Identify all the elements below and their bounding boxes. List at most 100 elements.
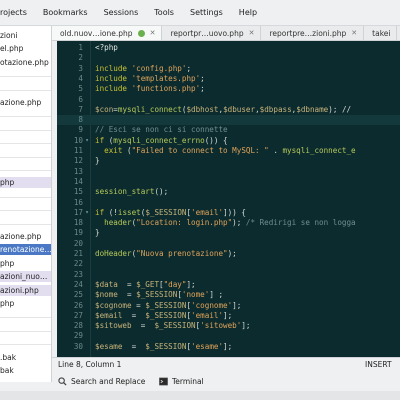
document-tab[interactable]: reportpr…uovo.php ✕ — [162, 26, 262, 40]
code-token: $_SESSION — [136, 290, 178, 300]
code-token: ; — [186, 63, 192, 73]
code-line[interactable]: 9 // Esci se non ci si connette — [57, 125, 400, 135]
code-token: ; — [200, 73, 205, 83]
document-tab[interactable]: takei — [364, 26, 398, 40]
code-token: include — [95, 84, 132, 94]
code-token: (! — [108, 207, 118, 217]
code-text: } — [95, 228, 100, 238]
file-list-item[interactable]: zioni — [0, 30, 51, 41]
code-token: $dbname — [296, 104, 329, 114]
code-line[interactable]: 10 ▾ if (mysqli_connect_errno()) { — [57, 136, 400, 146]
code-line[interactable]: 19} — [57, 228, 400, 238]
menu-item[interactable]: Bookmarks — [35, 8, 96, 17]
document-tab[interactable]: reportpre…zioni.php ✕ — [261, 26, 365, 40]
code-token: $nome — [95, 290, 118, 300]
code-token: 'templates.php' — [131, 73, 201, 83]
code-line[interactable]: 18 header("Location: login.php"); /* Red… — [57, 218, 400, 228]
fold-toggle-icon[interactable]: ▾ — [84, 136, 90, 146]
line-number: 15 — [73, 187, 83, 197]
close-tab-icon[interactable]: ✕ — [150, 29, 156, 37]
code-line[interactable]: 27 $email = $_SESSION['email']; — [57, 311, 400, 321]
code-text: include 'templates.php'; — [95, 74, 205, 84]
code-token: ]; — [223, 310, 233, 320]
terminal-button[interactable]: Terminal — [159, 375, 204, 387]
file-list-item[interactable]: azioni_nuo… — [0, 271, 51, 283]
code-line[interactable]: 25 $nome = $_SESSION['nome'] ; — [57, 290, 400, 300]
menu-item[interactable]: Settings — [182, 8, 231, 17]
code-token: $_SESSION — [145, 341, 187, 351]
code-line[interactable]: 15 session_start(); — [57, 187, 400, 197]
code-line[interactable]: 17 ▾ if (!isset($_SESSION['email'])) { — [57, 208, 400, 218]
code-line[interactable]: 26 $cognome = $_SESSION['cognome']; — [57, 301, 400, 311]
code-token: ); // — [328, 104, 352, 114]
file-list-item[interactable]: bak — [0, 365, 51, 376]
status-bar: Line 8, Column 1 INSERT — [52, 357, 400, 371]
code-token: $_SESSION — [145, 310, 187, 320]
code-line[interactable]: 16 — [57, 198, 400, 208]
code-line[interactable]: 29 — [57, 331, 400, 341]
close-tab-icon[interactable]: ✕ — [351, 29, 357, 37]
code-text: $cognome = $_SESSION['cognome']; — [95, 301, 241, 311]
code-token: "Nuova prenotazione" — [136, 249, 228, 258]
code-token: ); — [232, 218, 246, 228]
code-line[interactable]: 14 — [57, 177, 400, 187]
code-line[interactable]: 30 $esame = $_SESSION['esame']; — [57, 342, 400, 352]
code-token: "Location: login.php" — [136, 218, 233, 228]
code-line[interactable]: 7 $con=mysqli_connect($dbhost,$dbuser,$db… — [57, 105, 400, 115]
file-list-item[interactable]: azioni.php — [0, 284, 51, 296]
close-tab-icon[interactable]: ✕ — [249, 29, 255, 37]
file-list-separator — [0, 317, 51, 319]
code-line[interactable]: 28 $sitoweb = $_SESSION['sitoweb']; — [57, 321, 400, 331]
code-line[interactable]: 20 — [57, 239, 400, 249]
code-token: ]; — [186, 279, 196, 289]
file-list-item[interactable]: php — [0, 298, 51, 309]
code-token: 'email' — [191, 207, 224, 217]
cursor-position: Line 8, Column 1 — [58, 360, 122, 369]
code-line[interactable]: 8 — [57, 115, 400, 126]
code-editor[interactable]: 1 <?php 2 3 include 'config.php'; 4 include 't… — [57, 41, 400, 357]
file-list-item[interactable]: php — [0, 258, 51, 269]
menu-item[interactable]: Sessions — [96, 8, 147, 17]
file-list-separator — [0, 156, 51, 158]
document-tab[interactable]: old.nuov…ione.php ✕ — [52, 26, 163, 40]
file-list-item[interactable]: azione.php — [0, 97, 51, 108]
code-line[interactable]: 4 include 'templates.php'; — [57, 74, 400, 84]
code-line[interactable]: 24 $data = $_GET["day"]; — [57, 280, 400, 290]
search-and-replace-button[interactable]: Search and Replace — [58, 375, 145, 387]
code-line[interactable]: 2 — [57, 53, 400, 63]
code-line[interactable]: 11 exit ("Failed to connect to MySQL: " … — [57, 146, 400, 156]
code-token: session_start — [95, 187, 155, 197]
menu-item[interactable]: Tools — [146, 8, 182, 17]
menu-item[interactable]: Help — [231, 8, 265, 17]
code-line[interactable]: 5 include 'functions.php'; — [57, 84, 400, 94]
code-line[interactable]: 3 include 'config.php'; — [57, 64, 400, 74]
search-and-replace-label: Search and Replace — [71, 376, 146, 386]
fold-toggle-icon[interactable]: ▾ — [84, 208, 90, 218]
file-list-item[interactable]: otazione.php — [0, 57, 51, 68]
code-line[interactable]: 1 <?php — [57, 43, 400, 53]
file-list-item[interactable]: azione.php — [0, 231, 51, 242]
file-list-item[interactable]: .bak — [0, 352, 51, 363]
line-number: 27 — [73, 310, 83, 320]
code-token: 'nome' — [181, 290, 210, 300]
file-list-item[interactable]: php — [0, 177, 51, 189]
code-line[interactable]: 13 — [57, 167, 400, 177]
code-token: ); — [227, 249, 237, 258]
code-line[interactable]: 6 — [57, 95, 400, 105]
file-list-item[interactable]: renotazione… — [0, 244, 51, 256]
terminal-label: Terminal — [172, 376, 204, 386]
code-line[interactable]: 22 — [57, 259, 400, 269]
code-line[interactable]: 23 — [57, 270, 400, 280]
file-list-item[interactable]: el.php — [0, 43, 51, 54]
menu-item[interactable]: rojects — [0, 8, 35, 17]
code-token: ] ; — [209, 290, 224, 300]
line-number: 4 — [78, 73, 83, 83]
code-token: header — [95, 218, 132, 228]
code-text: header("Location: login.php"); /* Rediri… — [95, 218, 355, 228]
code-line[interactable]: 21 doHeader("Nuova prenotazione"); — [57, 249, 400, 259]
code-line[interactable]: 12} — [57, 156, 400, 166]
code-text: if (mysqli_connect_errno()) { — [95, 136, 228, 146]
file-list-separator — [0, 76, 51, 78]
input-mode[interactable]: INSERT — [365, 358, 392, 372]
code-text: $con=mysqli_connect($dbhost,$dbuser,$dbp… — [95, 105, 351, 115]
